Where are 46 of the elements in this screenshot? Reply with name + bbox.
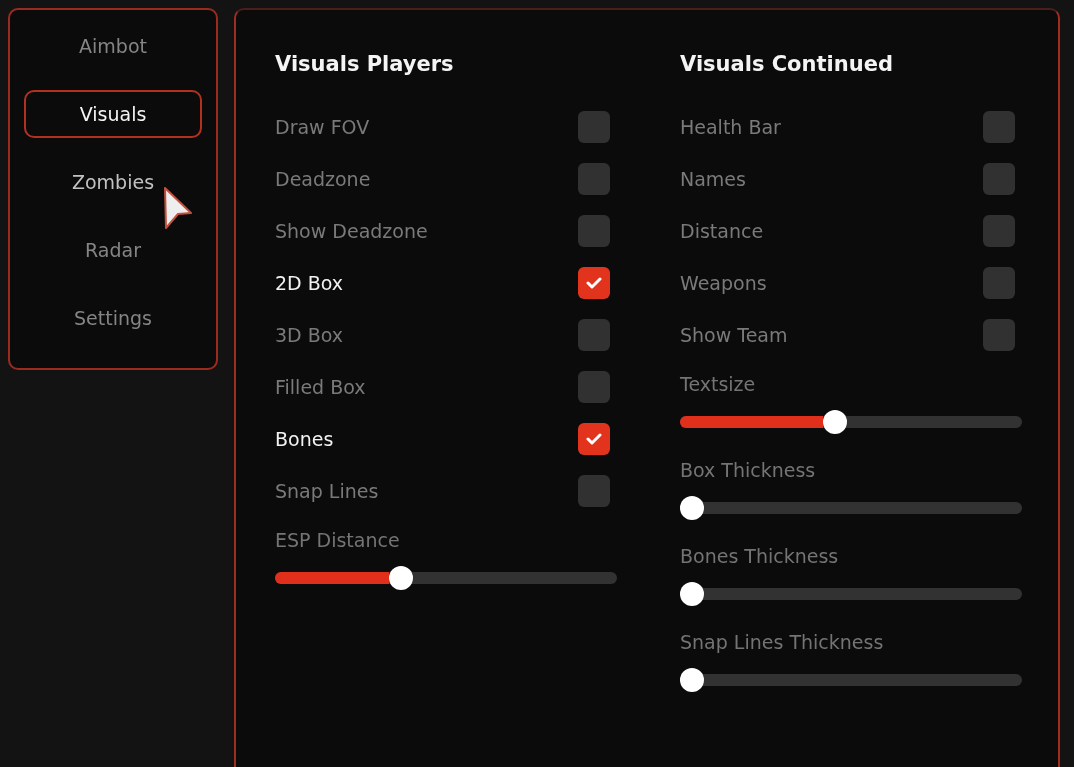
setting-label: Distance	[680, 219, 764, 243]
slider-thumb[interactable]	[680, 496, 704, 520]
setting-label: Weapons	[680, 271, 767, 295]
nav-tab[interactable]: Aimbot	[24, 22, 202, 70]
checkbox[interactable]	[983, 319, 1015, 351]
check-icon	[586, 277, 602, 289]
check-icon	[586, 433, 602, 445]
checkbox[interactable]	[578, 475, 610, 507]
checkbox[interactable]	[983, 163, 1015, 195]
slider-label: Snap Lines Thickness	[680, 630, 884, 654]
nav-tab[interactable]: Visuals	[24, 90, 202, 138]
setting-label: Draw FOV	[275, 115, 370, 139]
checkbox[interactable]	[578, 215, 610, 247]
checkbox[interactable]	[578, 111, 610, 143]
nav-tab[interactable]: Radar	[24, 226, 202, 274]
checkbox[interactable]	[983, 267, 1015, 299]
nav-tab[interactable]: Settings	[24, 294, 202, 342]
setting-label: Snap Lines	[275, 479, 379, 503]
slider-thumb[interactable]	[680, 668, 704, 692]
slider-label: Bones Thickness	[680, 544, 839, 568]
checkbox[interactable]	[578, 267, 610, 299]
setting-label: Names	[680, 167, 746, 191]
section-title: Visuals Players	[275, 51, 454, 78]
setting-label: Bones	[275, 427, 334, 451]
setting-label: Show Deadzone	[275, 219, 428, 243]
checkbox[interactable]	[983, 215, 1015, 247]
checkbox[interactable]	[983, 111, 1015, 143]
slider-label: Box Thickness	[680, 458, 816, 482]
setting-label: Filled Box	[275, 375, 366, 399]
setting-label: Show Team	[680, 323, 788, 347]
nav-tab[interactable]: Zombies	[24, 158, 202, 206]
slider-thumb[interactable]	[823, 410, 848, 434]
slider-label: Textsize	[680, 372, 756, 396]
checkbox[interactable]	[578, 423, 610, 455]
checkbox[interactable]	[578, 163, 610, 195]
slider-thumb[interactable]	[680, 582, 704, 606]
checkbox[interactable]	[578, 319, 610, 351]
setting-label: Deadzone	[275, 167, 371, 191]
section-title: Visuals Continued	[680, 51, 893, 78]
checkbox[interactable]	[578, 371, 610, 403]
setting-label: 3D Box	[275, 323, 344, 347]
setting-label: 2D Box	[275, 271, 344, 295]
pointer-icon	[163, 186, 193, 230]
slider-thumb[interactable]	[389, 566, 414, 590]
setting-label: Health Bar	[680, 115, 781, 139]
slider-label: ESP Distance	[275, 528, 400, 552]
